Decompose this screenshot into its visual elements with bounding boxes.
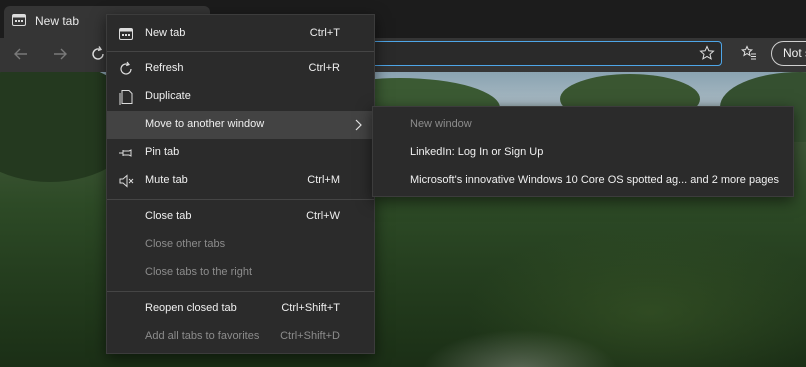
submenu-item-microsoft-window[interactable]: Microsoft's innovative Windows 10 Core O… — [373, 167, 793, 195]
refresh-icon[interactable] — [88, 44, 108, 64]
menu-item-shortcut: Ctrl+R — [308, 62, 340, 74]
menu-item-label: Close other tabs — [145, 238, 226, 250]
menu-item-shortcut: Ctrl+T — [309, 27, 340, 39]
menu-item-label: Pin tab — [145, 146, 180, 158]
menu-item-move-to-another-window[interactable]: Move to another window — [107, 111, 374, 139]
submenu-item-linkedin-window[interactable]: LinkedIn: Log In or Sign Up — [373, 139, 793, 167]
favorites-list-icon[interactable] — [741, 45, 757, 61]
submenu-item-label: New window — [410, 118, 472, 130]
menu-separator — [107, 51, 374, 52]
menu-item-mute-tab[interactable]: Mute tab Ctrl+M — [107, 167, 374, 195]
menu-item-close-tabs-right: Close tabs to the right — [107, 259, 374, 287]
browser-window: New tab Not s New tab Ctrl+T — [0, 0, 806, 367]
menu-item-shortcut: Ctrl+Shift+D — [280, 330, 340, 342]
new-tab-icon — [119, 28, 133, 40]
chevron-right-icon — [355, 119, 362, 131]
star-icon[interactable] — [699, 45, 715, 61]
submenu-item-label: Microsoft's innovative Windows 10 Core O… — [410, 174, 779, 186]
menu-item-label: Duplicate — [145, 90, 191, 102]
pin-icon — [119, 149, 132, 157]
menu-item-label: Move to another window — [145, 118, 265, 130]
tab-context-menu: New tab Ctrl+T Refresh Ctrl+R Duplicate … — [106, 14, 375, 354]
duplicate-icon — [119, 90, 133, 105]
menu-item-label: Close tab — [145, 210, 192, 222]
menu-item-close-tab[interactable]: Close tab Ctrl+W — [107, 203, 374, 231]
address-bar[interactable] — [362, 41, 722, 66]
menu-item-label: New tab — [145, 27, 186, 39]
move-to-window-submenu: New window LinkedIn: Log In or Sign Up M… — [372, 106, 794, 197]
new-tab-page-icon — [12, 14, 26, 26]
menu-item-label: Close tabs to the right — [145, 266, 253, 278]
menu-item-label: Add all tabs to favorites — [145, 330, 260, 342]
menu-item-label: Refresh — [145, 62, 184, 74]
menu-item-refresh[interactable]: Refresh Ctrl+R — [107, 55, 374, 83]
menu-item-label: Mute tab — [145, 174, 188, 186]
menu-item-label: Reopen closed tab — [145, 302, 237, 314]
forward-arrow-icon[interactable] — [50, 44, 70, 64]
menu-item-pin-tab[interactable]: Pin tab — [107, 139, 374, 167]
refresh-icon — [120, 61, 132, 75]
menu-item-new-tab[interactable]: New tab Ctrl+T — [107, 20, 374, 48]
back-arrow-icon[interactable] — [11, 44, 31, 64]
tab-title: New tab — [35, 14, 80, 28]
submenu-item-new-window: New window — [373, 111, 793, 139]
menu-item-shortcut: Ctrl+M — [307, 174, 340, 186]
menu-item-shortcut: Ctrl+W — [306, 210, 340, 222]
menu-separator — [107, 291, 374, 292]
submenu-item-label: LinkedIn: Log In or Sign Up — [410, 146, 544, 158]
menu-item-add-all-tabs-to-favorites: Add all tabs to favorites Ctrl+Shift+D — [107, 323, 374, 351]
menu-item-shortcut: Ctrl+Shift+T — [281, 302, 340, 314]
menu-item-reopen-closed-tab[interactable]: Reopen closed tab Ctrl+Shift+T — [107, 295, 374, 323]
menu-item-close-other-tabs: Close other tabs — [107, 231, 374, 259]
sign-in-button[interactable]: Not s — [771, 41, 806, 66]
mute-icon — [119, 174, 134, 188]
menu-separator — [107, 199, 374, 200]
menu-item-duplicate[interactable]: Duplicate — [107, 83, 374, 111]
